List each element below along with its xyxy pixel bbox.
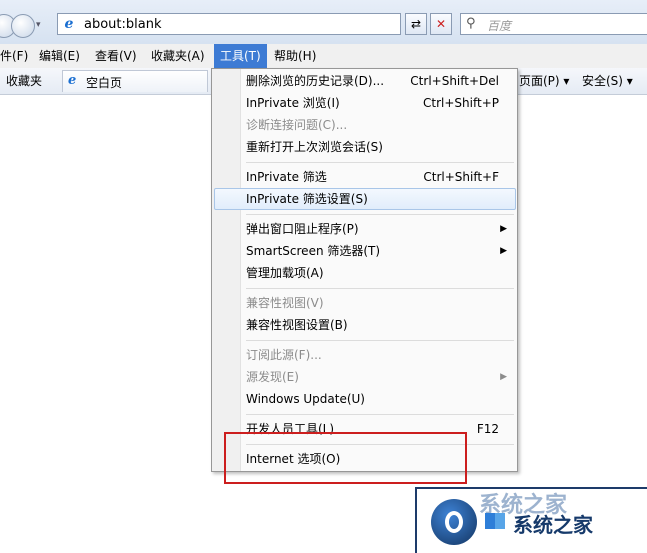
site-watermark: 系统之家 系统之家: [415, 487, 647, 553]
menu-tools[interactable]: 工具(T): [214, 44, 267, 68]
address-input[interactable]: e about:blank: [57, 13, 401, 35]
history-dropdown-icon[interactable]: ▾: [36, 20, 41, 30]
tools-menu: 删除浏览的历史记录(D)... Ctrl+Shift+Del InPrivate…: [211, 68, 518, 472]
menu-item-popup-blocker[interactable]: 弹出窗口阻止程序(P): [246, 218, 506, 240]
favorites-button[interactable]: 收藏夹: [6, 68, 42, 94]
watermark-text: 系统之家: [513, 513, 593, 537]
tab-blank-page[interactable]: e 空白页: [62, 70, 208, 92]
stop-icon[interactable]: ✕: [430, 13, 452, 35]
search-icon: ⚲: [466, 16, 476, 31]
menu-item-reopen-session[interactable]: 重新打开上次浏览会话(S): [246, 136, 506, 158]
menu-item-windows-update[interactable]: Windows Update(U): [246, 388, 506, 410]
submenu-arrow-icon: ▶: [500, 224, 507, 234]
menu-view[interactable]: 查看(V): [95, 44, 137, 68]
shortcut-developer-tools: F12: [476, 422, 499, 436]
menu-item-inprivate-filter-settings[interactable]: InPrivate 筛选设置(S): [246, 188, 506, 210]
menu-gutter: [212, 69, 241, 471]
menu-item-compatibility-view-settings[interactable]: 兼容性视图设置(B): [246, 314, 506, 336]
ie-tab-icon: e: [68, 73, 77, 88]
address-toolbar: ▾ e about:blank ⇄ ✕ ⚲ 百度: [0, 0, 647, 44]
menu-separator: [246, 288, 514, 289]
ie-page-icon: e: [64, 16, 74, 32]
menu-separator: [246, 340, 514, 341]
menu-file[interactable]: 件(F): [0, 44, 28, 68]
menu-edit[interactable]: 编辑(E): [39, 44, 80, 68]
page-menu-button[interactable]: 页面(P) ▾: [519, 68, 569, 94]
menu-item-manage-addons[interactable]: 管理加载项(A): [246, 262, 506, 284]
submenu-arrow-icon: ▶: [500, 372, 507, 382]
menu-help[interactable]: 帮助(H): [274, 44, 316, 68]
menu-bar: 件(F) 编辑(E) 查看(V) 收藏夹(A) 工具(T) 帮助(H): [0, 44, 647, 69]
menu-item-diagnose-connection: 诊断连接问题(C)...: [246, 118, 348, 132]
watermark-logo-icon: [431, 499, 477, 545]
shortcut-inprivate-filtering: Ctrl+Shift+F: [423, 170, 499, 184]
compatibility-view-icon[interactable]: ⇄: [405, 13, 427, 35]
search-placeholder: 百度: [487, 19, 512, 33]
windows-logo-icon: [485, 513, 505, 529]
menu-separator: [246, 162, 514, 163]
forward-button[interactable]: [11, 14, 35, 38]
menu-item-smartscreen-filter[interactable]: SmartScreen 筛选器(T): [246, 240, 506, 262]
menu-item-subscribe-feed: 订阅此源(F)...: [246, 348, 322, 362]
menu-item-feed-discovery: 源发现(E): [246, 370, 299, 384]
menu-item-compatibility-view: 兼容性视图(V): [246, 296, 324, 310]
annotation-highlight-box: [224, 432, 467, 484]
tab-title: 空白页: [86, 76, 123, 90]
search-input[interactable]: ⚲ 百度: [460, 13, 647, 35]
submenu-arrow-icon: ▶: [500, 246, 507, 256]
menu-favorites[interactable]: 收藏夹(A): [151, 44, 205, 68]
shortcut-delete-history: Ctrl+Shift+Del: [410, 74, 499, 88]
safety-menu-button[interactable]: 安全(S) ▾: [582, 68, 633, 94]
address-text: about:blank: [84, 17, 162, 32]
menu-separator: [246, 214, 514, 215]
shortcut-inprivate-browsing: Ctrl+Shift+P: [423, 96, 499, 110]
menu-separator: [246, 414, 514, 415]
